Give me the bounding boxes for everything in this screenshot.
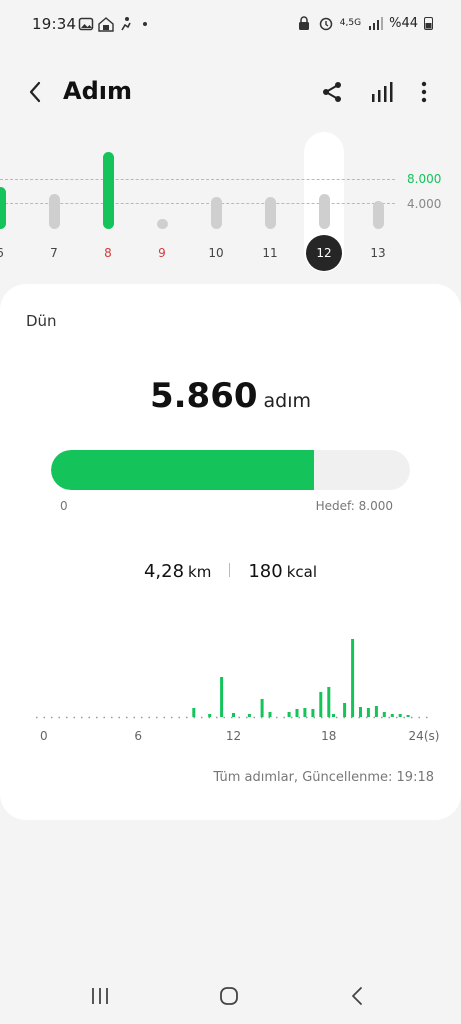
hour-bar — [406, 715, 410, 717]
back-button[interactable] — [20, 76, 50, 108]
home-icon — [220, 987, 238, 1005]
chart-tick-label: 6 — [134, 729, 142, 743]
share-icon — [323, 82, 341, 102]
day-bar-11[interactable] — [264, 197, 276, 229]
day-bar-10[interactable] — [210, 197, 222, 229]
update-info: Tüm adımlar, Güncellenme: 19:18 — [213, 770, 434, 785]
hour-bar — [303, 708, 307, 717]
status-time: 19:34 — [32, 15, 77, 33]
hour-bar — [398, 714, 402, 717]
day-label-11[interactable]: 11 — [252, 246, 288, 260]
chart-tick-label: 12 — [226, 729, 241, 743]
notification-dot-icon — [143, 22, 147, 26]
week-day-strip[interactable]: 8.000 4.000 6 7 8 9 10 11 12 13 — [0, 132, 461, 282]
hour-bar — [332, 714, 335, 717]
system-nav-bar — [0, 968, 461, 1024]
hour-bar — [366, 708, 370, 717]
day-label-6[interactable]: 6 — [0, 246, 18, 260]
stats-row: 4,28 km 180 kcal — [0, 561, 461, 582]
steps-value: 5.860 — [149, 376, 258, 416]
status-bar: 19:34 4,5G %44 — [0, 0, 461, 52]
day-bar-12[interactable] — [318, 194, 330, 229]
day-label: Dün — [26, 312, 57, 330]
day-label-13[interactable]: 13 — [360, 246, 396, 260]
hour-bar — [220, 677, 224, 717]
distance-unit: km — [188, 563, 212, 581]
home-calendar-icon — [98, 17, 114, 32]
summary-card: Dün 5.860 adım 0 Hedef: 8.000 4,28 km 180… — [0, 284, 461, 820]
goal-label-high: 8.000 — [407, 172, 442, 186]
day-label-9[interactable]: 9 — [144, 246, 180, 260]
stats-button[interactable] — [368, 78, 396, 106]
home-button[interactable] — [215, 982, 243, 1010]
signal-icon — [369, 17, 384, 30]
calories-unit: kcal — [286, 563, 318, 581]
goal-line-8000 — [0, 179, 395, 180]
hour-bar — [390, 714, 394, 717]
hour-bar — [295, 709, 299, 717]
hour-bar — [311, 709, 315, 717]
gallery-icon — [78, 17, 94, 31]
network-type: 4,5G — [339, 18, 362, 28]
hour-bar — [382, 712, 386, 717]
hour-bar — [260, 699, 264, 717]
hour-bar — [208, 714, 212, 717]
recent-apps-button[interactable] — [86, 982, 114, 1010]
day-bar-7[interactable] — [48, 194, 60, 229]
hour-bar — [247, 714, 251, 717]
distance-value: 4,28 — [143, 561, 185, 582]
hourly-steps-chart: 0 6 12 18 24(s) — [36, 639, 440, 743]
steps-unit: adım — [263, 390, 312, 412]
progress-min-label: 0 — [60, 499, 68, 513]
day-label-10[interactable]: 10 — [198, 246, 234, 260]
hour-bar — [268, 712, 272, 717]
more-options-button[interactable] — [412, 78, 436, 106]
chart-tick-label: 18 — [321, 729, 336, 743]
goal-label-low: 4.000 — [407, 197, 442, 211]
system-back-button[interactable] — [344, 982, 372, 1010]
alarm-icon — [319, 17, 333, 31]
hour-bar — [287, 712, 291, 717]
status-right: 4,5G %44 — [296, 15, 433, 31]
progress-track — [51, 450, 410, 490]
day-label-7[interactable]: 7 — [36, 246, 72, 260]
chevron-left-icon — [29, 81, 41, 103]
steps-row: 5.860 adım — [0, 376, 461, 416]
hour-bar — [374, 706, 378, 717]
share-button[interactable] — [318, 78, 346, 106]
hour-bar — [232, 713, 235, 717]
hour-bar — [192, 708, 196, 717]
activity-icon — [121, 17, 131, 31]
day-bar-8[interactable] — [102, 152, 114, 229]
hour-bar — [343, 703, 347, 717]
hour-bar — [327, 687, 331, 717]
battery-percent: %44 — [389, 15, 418, 31]
battery-icon — [424, 17, 433, 30]
progress-fill — [51, 450, 314, 490]
hour-bar — [359, 707, 362, 717]
page-title: Adım — [63, 77, 132, 105]
chart-tick-label: 24(s) — [409, 729, 440, 743]
status-left-icons — [78, 16, 148, 32]
day-bar-6[interactable] — [0, 187, 6, 229]
bar-chart-icon — [372, 82, 393, 102]
day-bar-13[interactable] — [372, 201, 384, 229]
lock-icon — [298, 16, 309, 30]
calories-value: 180 — [248, 561, 283, 582]
more-vertical-icon — [421, 81, 427, 103]
day-bar-9[interactable] — [156, 219, 168, 229]
hour-bar — [319, 692, 323, 717]
recent-apps-icon — [92, 988, 108, 1004]
back-arrow-icon — [352, 987, 362, 1005]
day-label-12[interactable]: 12 — [306, 235, 342, 271]
day-label-8[interactable]: 8 — [90, 246, 126, 260]
stats-divider — [229, 563, 231, 577]
chart-tick-label: 0 — [40, 729, 48, 743]
progress-goal-label: Hedef: 8.000 — [315, 499, 393, 513]
hour-bar — [351, 639, 355, 717]
app-bar: Adım — [0, 66, 461, 118]
